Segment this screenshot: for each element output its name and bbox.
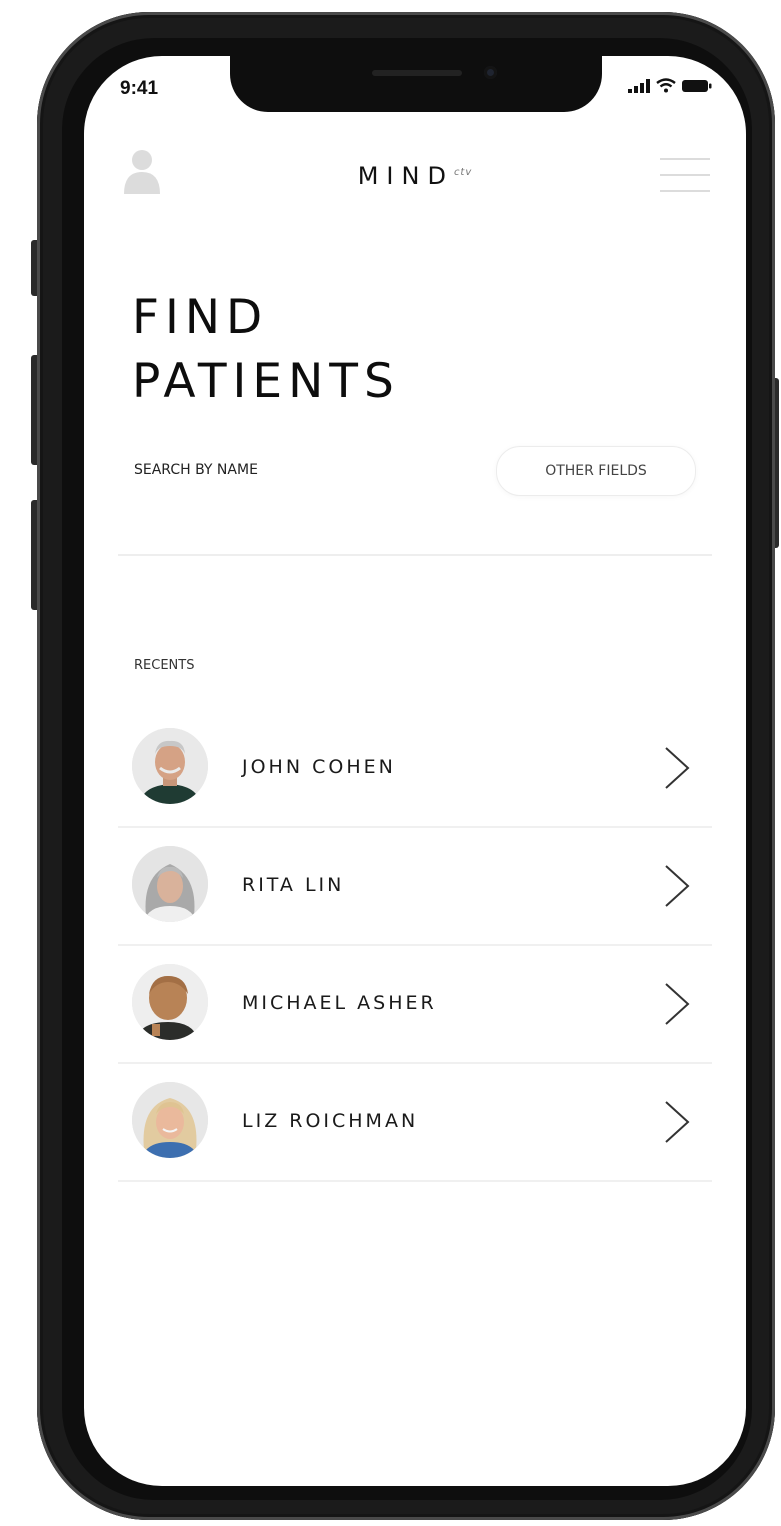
- chevron-right-icon[interactable]: [662, 1100, 692, 1144]
- status-time: 9:41: [120, 78, 159, 99]
- notch: [230, 56, 602, 112]
- patient-row-liz-roichman[interactable]: LIZ ROICHMAN: [118, 1064, 712, 1182]
- patient-row-john-cohen[interactable]: JOHN COHEN: [118, 710, 712, 828]
- avatar: [132, 728, 208, 804]
- avatar: [132, 846, 208, 922]
- front-camera: [484, 66, 497, 79]
- device-mockup: 9:41 MINDctv FIND PATIENTS SEARCH BY NAM…: [0, 0, 781, 1526]
- recent-patients-list: JOHN COHEN RITA LIN MICHAEL ASHER LIZ RO…: [118, 710, 712, 1182]
- avatar: [132, 1082, 208, 1158]
- chevron-right-icon[interactable]: [662, 982, 692, 1026]
- brand-logo: MINDctv: [84, 162, 746, 190]
- search-input[interactable]: [118, 506, 712, 556]
- recents-label: RECENTS: [134, 658, 195, 673]
- patient-name: RITA LIN: [242, 874, 345, 896]
- wifi-icon: [656, 78, 676, 93]
- battery-icon: [682, 79, 712, 92]
- brand-name: MIND: [357, 162, 454, 190]
- search-by-name-label: SEARCH BY NAME: [134, 462, 258, 478]
- page-title-line1: FIND: [132, 290, 269, 345]
- other-fields-button[interactable]: OTHER FIELDS: [496, 446, 696, 496]
- patient-row-michael-asher[interactable]: MICHAEL ASHER: [118, 946, 712, 1064]
- page-title-line2: PATIENTS: [132, 354, 400, 409]
- cellular-signal-icon: [628, 78, 650, 93]
- brand-mark: ctv: [453, 167, 473, 178]
- patient-name: MICHAEL ASHER: [242, 992, 437, 1014]
- hamburger-menu-icon[interactable]: [660, 156, 710, 196]
- patient-name: JOHN COHEN: [242, 756, 396, 778]
- chevron-right-icon[interactable]: [662, 746, 692, 790]
- chevron-right-icon[interactable]: [662, 864, 692, 908]
- status-icons: [628, 78, 712, 93]
- patient-row-rita-lin[interactable]: RITA LIN: [118, 828, 712, 946]
- app-screen: 9:41 MINDctv FIND PATIENTS SEARCH BY NAM…: [84, 56, 746, 1486]
- speaker-grille: [372, 70, 462, 76]
- page-title: FIND PATIENTS: [132, 286, 400, 414]
- avatar: [132, 964, 208, 1040]
- patient-name: LIZ ROICHMAN: [242, 1110, 419, 1132]
